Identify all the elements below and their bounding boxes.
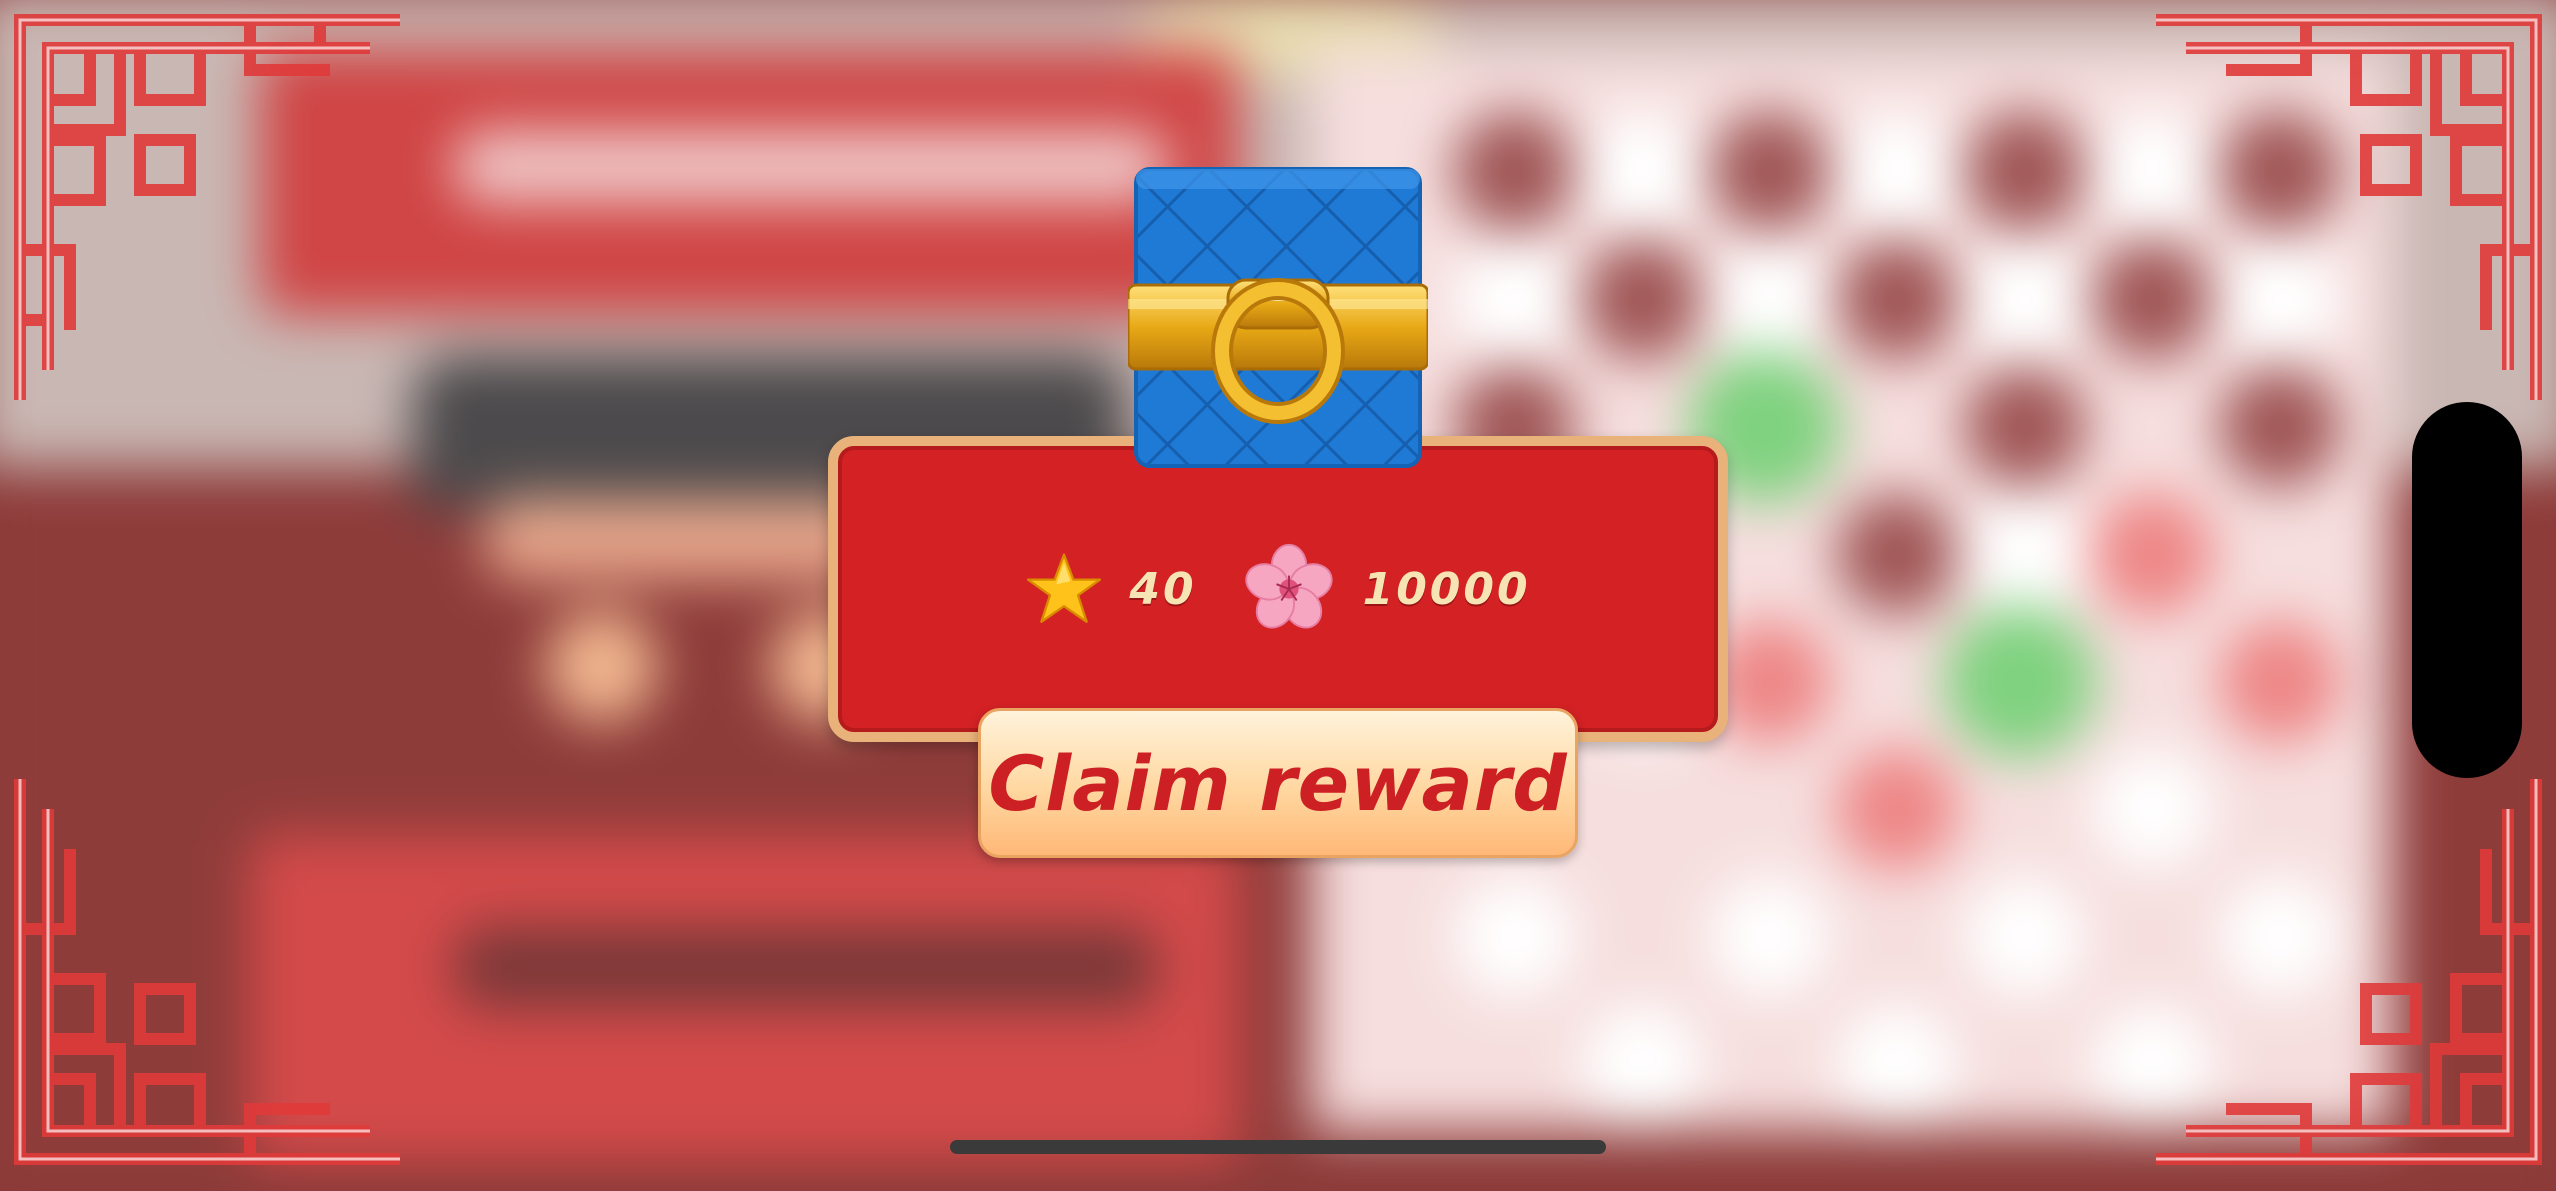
lattice-corner-top-right bbox=[2136, 0, 2556, 420]
treasure-chest-icon bbox=[1126, 165, 1430, 470]
lattice-corner-bottom-right bbox=[2136, 759, 2556, 1179]
lattice-ornament-icon bbox=[2156, 779, 2542, 1165]
lattice-ornament-icon bbox=[2156, 14, 2542, 400]
lattice-ornament-icon bbox=[14, 779, 400, 1165]
lattice-corner-bottom-left bbox=[0, 759, 420, 1179]
reward-stars-value: 40 bbox=[1129, 563, 1197, 615]
home-indicator[interactable] bbox=[950, 1140, 1606, 1154]
reward-blossom-value: 10000 bbox=[1362, 563, 1531, 615]
reward-items: 40 10000 bbox=[838, 446, 1718, 732]
reward-panel: 40 10000 bbox=[828, 436, 1728, 742]
lattice-corner-top-left bbox=[0, 0, 420, 420]
claim-reward-label: Claim reward bbox=[988, 738, 1568, 828]
star-icon bbox=[1027, 553, 1102, 623]
cherry-blossom-icon bbox=[1244, 543, 1333, 629]
device-camera-cutout bbox=[2412, 402, 2522, 778]
claim-reward-button[interactable]: Claim reward bbox=[978, 708, 1578, 858]
lattice-ornament-icon bbox=[14, 14, 400, 400]
